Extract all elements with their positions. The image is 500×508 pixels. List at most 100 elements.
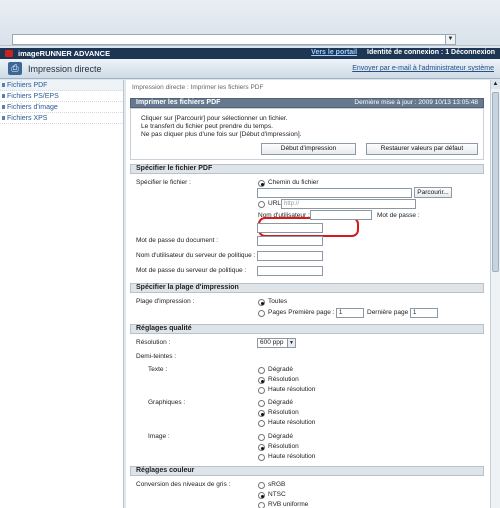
brand-name: imageRUNNER ADVANCE	[18, 49, 111, 58]
rvb-uniform-label: RVB uniforme	[268, 501, 309, 508]
last-update: Dernière mise à jour : 2009 10/13 13:05:…	[354, 99, 478, 106]
sidebar-item-label: Fichiers d'image	[7, 104, 58, 111]
bullet-icon	[2, 83, 5, 87]
instruction-line-2: Le transfert du fichier peut prendre du …	[141, 123, 273, 130]
sidebar: Fichiers PDF Fichiers PS/EPS Fichiers d'…	[0, 80, 124, 508]
main-content: Impression directe : Imprimer les fichie…	[126, 80, 490, 508]
file-label: Spécifier le fichier :	[136, 179, 191, 186]
vertical-scrollbar[interactable]: ▲	[490, 80, 500, 508]
all-pages-radio[interactable]	[258, 299, 265, 306]
sidebar-item-label: Fichiers XPS	[7, 115, 48, 122]
halftone-label: Demi-teintes :	[136, 353, 177, 360]
text-high-res-label: Haute résolution	[268, 386, 316, 393]
text-label: Texte :	[148, 366, 168, 373]
image-high-res-radio[interactable]	[258, 454, 265, 461]
print-section-header: Imprimer les fichiers PDF Dernière mise …	[130, 98, 484, 108]
image-resolution-radio[interactable]	[258, 444, 265, 451]
doc-password-input[interactable]	[257, 236, 323, 246]
graphics-high-res-label: Haute résolution	[268, 419, 316, 426]
print-icon: ⎙	[8, 62, 22, 75]
image-degrade-label: Dégradé	[268, 433, 293, 440]
image-degrade-radio[interactable]	[258, 434, 265, 441]
first-page-input[interactable]: 1	[336, 308, 364, 318]
graphics-label: Graphiques :	[148, 399, 186, 406]
policy-password-input[interactable]	[257, 266, 323, 276]
color-section-header: Réglages couleur	[130, 466, 484, 476]
doc-password-label: Mot de passe du document :	[136, 237, 219, 244]
scroll-up-icon[interactable]: ▲	[491, 80, 500, 89]
text-degrade-label: Dégradé	[268, 366, 293, 373]
scroll-thumb[interactable]	[492, 92, 499, 272]
sidebar-item-image[interactable]: Fichiers d'image	[0, 102, 123, 113]
graphics-degrade-radio[interactable]	[258, 400, 265, 407]
reset-defaults-button[interactable]: Restaurer valeurs par défaut	[366, 143, 478, 155]
sidebar-item-label: Fichiers PDF	[7, 82, 48, 89]
policy-password-label: Mot de passe du serveur de politique :	[136, 267, 247, 274]
portal-link[interactable]: Vers le portail	[311, 49, 357, 56]
resolution-label: Résolution :	[136, 339, 171, 346]
url-input[interactable]: http://	[281, 199, 416, 209]
instruction-line-1: Cliquer sur [Parcourir] pour sélectionne…	[141, 115, 288, 122]
all-pages-label: Toutes	[268, 298, 288, 305]
file-path-input[interactable]	[257, 188, 412, 198]
rvb-uniform-radio[interactable]	[258, 502, 265, 508]
image-high-res-label: Haute résolution	[268, 453, 316, 460]
browser-toolbar: ▼	[0, 0, 500, 46]
bullet-icon	[2, 116, 5, 120]
url-radio[interactable]	[258, 201, 265, 208]
text-resolution-label: Résolution	[268, 376, 299, 383]
print-box: Cliquer sur [Parcourir] pour sélectionne…	[130, 108, 484, 160]
text-high-res-radio[interactable]	[258, 387, 265, 394]
resolution-value: 600 ppp	[260, 339, 284, 346]
resolution-select[interactable]: 600 ppp ▼	[257, 338, 296, 348]
email-admin-link[interactable]: Envoyer par e-mail à l'administrateur sy…	[352, 65, 494, 72]
quality-section-header: Réglages qualité	[130, 324, 484, 334]
path-radio[interactable]	[258, 180, 265, 187]
sidebar-item-label: Fichiers PS/EPS	[7, 93, 59, 100]
start-print-button[interactable]: Début d'impression	[261, 143, 356, 155]
url-radio-label: URL	[268, 200, 282, 207]
file-section-header: Spécifier le fichier PDF	[130, 164, 484, 174]
image-resolution-label: Résolution	[268, 443, 299, 450]
password-label: Mot de passe :	[377, 212, 420, 219]
sidebar-item-xps[interactable]: Fichiers XPS	[0, 113, 123, 124]
image-label: Image :	[148, 433, 170, 440]
login-info[interactable]: Identité de connexion : 1 Déconnexion	[367, 49, 495, 56]
srgb-label: sRGB	[268, 481, 286, 488]
range-label: Plage d'impression :	[136, 298, 195, 305]
bullet-icon	[2, 94, 5, 98]
sidebar-item-pdf[interactable]: Fichiers PDF	[0, 80, 123, 91]
text-resolution-radio[interactable]	[258, 377, 265, 384]
graphics-resolution-radio[interactable]	[258, 410, 265, 417]
page-range-label: Pages Première page :	[268, 309, 335, 316]
address-bar[interactable]: ▼	[12, 34, 456, 45]
policy-user-label: Nom d'utilisateur du serveur de politiqu…	[136, 252, 256, 259]
page-title: Impression directe	[28, 64, 102, 74]
graphics-degrade-label: Dégradé	[268, 399, 293, 406]
srgb-radio[interactable]	[258, 482, 265, 489]
browse-button[interactable]: Parcourir...	[414, 187, 452, 198]
breadcrumb: Impression directe : Imprimer les fichie…	[132, 84, 264, 91]
policy-user-input[interactable]	[257, 251, 323, 261]
graphics-resolution-label: Résolution	[268, 409, 299, 416]
logo-icon	[5, 50, 13, 57]
range-section-header: Spécifier la plage d'impression	[130, 283, 484, 293]
sidebar-item-ps-eps[interactable]: Fichiers PS/EPS	[0, 91, 123, 102]
password-input[interactable]	[257, 223, 323, 233]
gray-conversion-label: Conversion des niveaux de gris :	[136, 481, 231, 488]
print-section-title: Imprimer les fichiers PDF	[136, 99, 221, 106]
text-degrade-radio[interactable]	[258, 367, 265, 374]
graphics-high-res-radio[interactable]	[258, 420, 265, 427]
username-label: Nom d'utilisateur :	[258, 212, 310, 219]
brand-bar: imageRUNNER ADVANCE Vers le portail Iden…	[0, 48, 500, 59]
ntsc-label: NTSC	[268, 491, 286, 498]
header-links: Vers le portail Identité de connexion : …	[311, 49, 495, 56]
address-dropdown[interactable]: ▼	[445, 35, 455, 44]
last-page-label: Dernière page :	[367, 309, 412, 316]
chevron-down-icon: ▼	[287, 339, 295, 347]
last-page-input[interactable]: 1	[410, 308, 438, 318]
ntsc-radio[interactable]	[258, 492, 265, 499]
username-input[interactable]	[310, 210, 372, 220]
path-radio-label: Chemin du fichier	[268, 179, 319, 186]
page-range-radio[interactable]	[258, 310, 265, 317]
